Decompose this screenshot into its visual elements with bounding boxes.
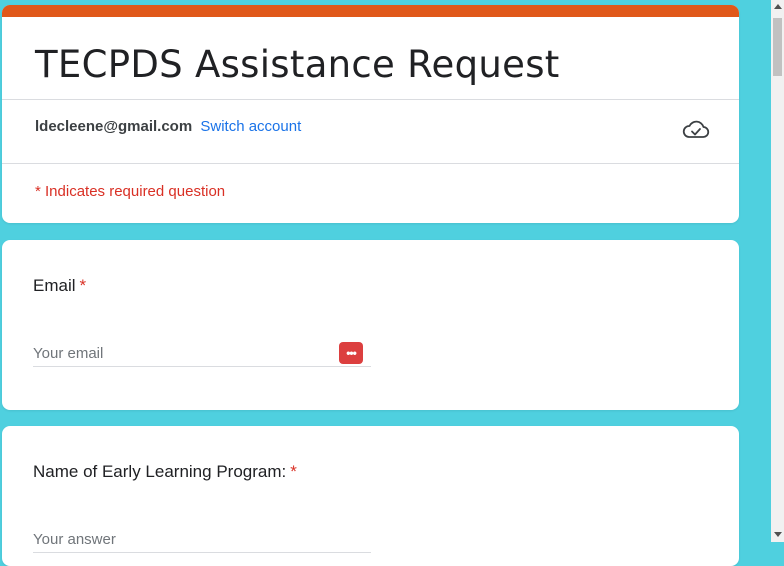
question-title: Name of Early Learning Program: (33, 462, 287, 481)
email-input[interactable] (33, 340, 371, 367)
question-card-email: Email* ••• (2, 240, 739, 410)
switch-account-link[interactable]: Switch account (200, 118, 301, 135)
required-note: * Indicates required question (35, 183, 226, 200)
password-manager-icon[interactable]: ••• (339, 342, 363, 364)
question-label-email: Email * (33, 276, 86, 296)
required-asterisk: * (290, 462, 297, 481)
divider (2, 99, 739, 100)
question-title: Email (33, 276, 76, 295)
scroll-up-arrow-icon[interactable] (774, 4, 782, 9)
form-header-card: TECPDS Assistance Request ldecleene@gmai… (2, 5, 739, 223)
question-card-program-name: Name of Early Learning Program: * (2, 426, 739, 566)
scrollbar[interactable] (771, 0, 784, 542)
account-row: ldecleene@gmail.com Switch account (35, 118, 301, 135)
cloud-check-icon[interactable] (681, 119, 711, 141)
scrollbar-thumb[interactable] (773, 18, 782, 76)
form-title: TECPDS Assistance Request (35, 43, 560, 86)
question-label-program-name: Name of Early Learning Program: * (33, 462, 297, 482)
form-accent-bar (2, 5, 739, 17)
required-asterisk: * (79, 276, 87, 295)
divider (2, 163, 739, 164)
program-name-input[interactable] (33, 526, 371, 553)
scroll-down-arrow-icon[interactable] (774, 532, 782, 537)
account-email: ldecleene@gmail.com (35, 118, 193, 135)
